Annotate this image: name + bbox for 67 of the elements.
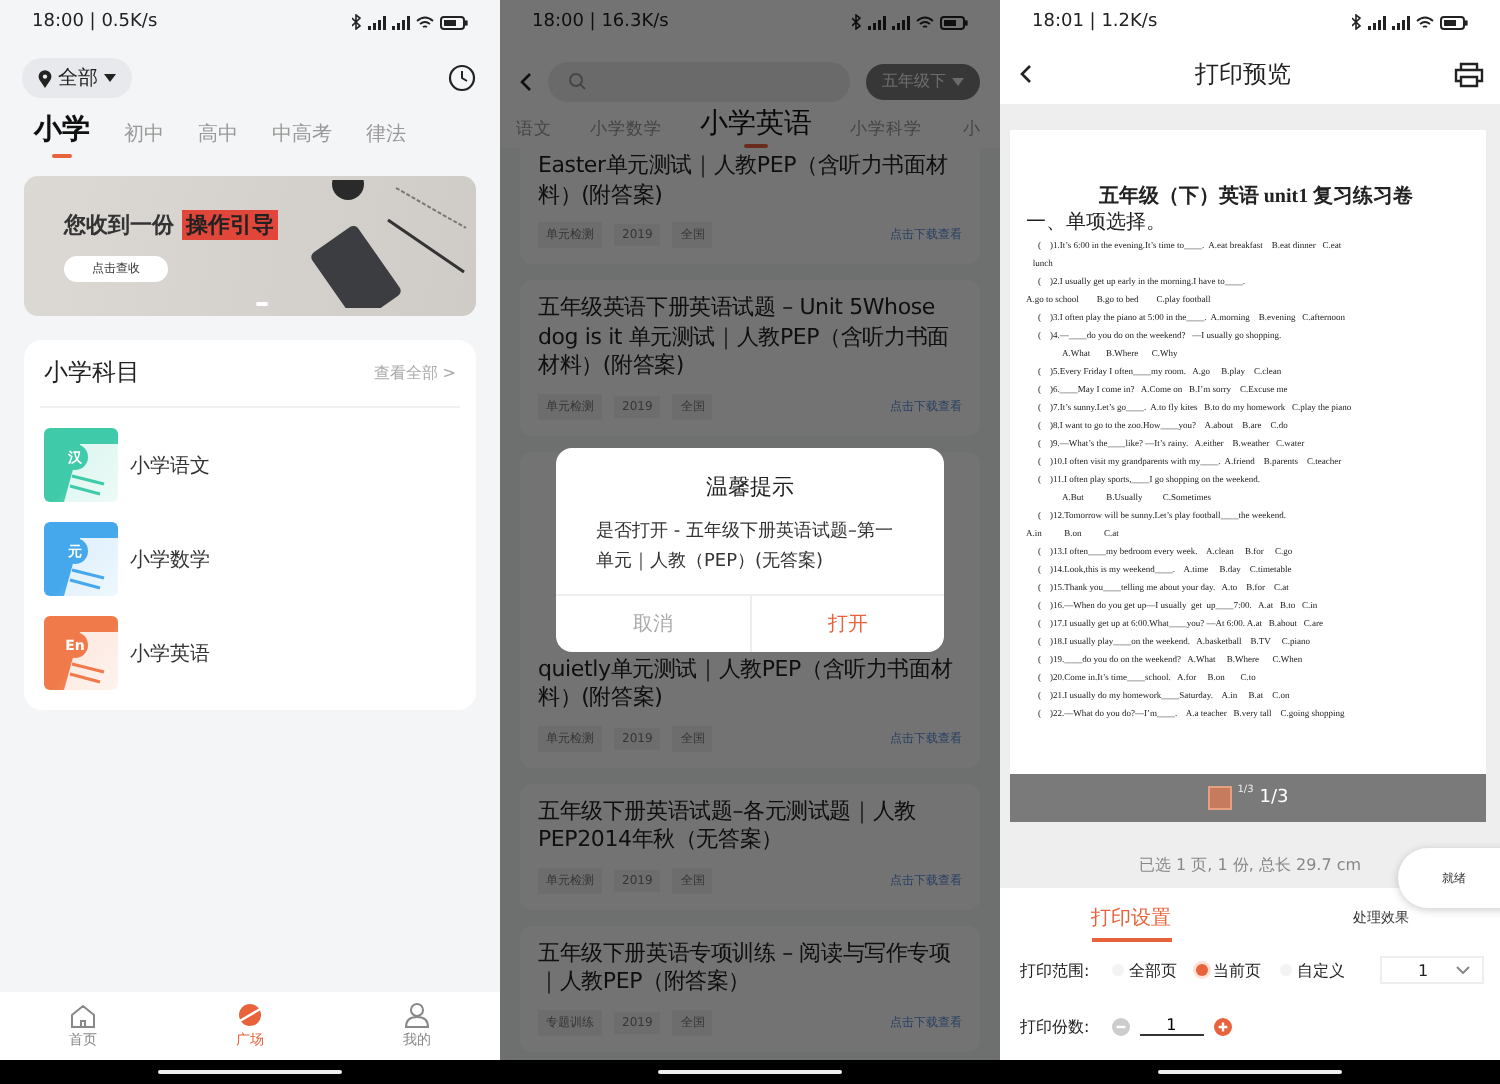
section-title: 小学科目: [44, 356, 140, 390]
signal-icon: [1392, 15, 1410, 29]
wifi-icon: [916, 15, 934, 29]
bluetooth-icon: [852, 14, 862, 30]
signal-icon: [368, 15, 386, 29]
battery-icon: [440, 15, 468, 29]
subject-name[interactable]: 小学英语: [130, 639, 210, 667]
carousel-indicator: [256, 302, 268, 306]
copies-label: 打印份数:: [1020, 1015, 1090, 1037]
signal-icon: [892, 15, 910, 29]
wifi-icon: [1416, 15, 1434, 29]
caret-icon: [104, 74, 116, 82]
signal-icon: [392, 15, 410, 29]
battery-icon: [940, 15, 968, 29]
status-time: 18:01 | 1.2K/s: [1032, 12, 1158, 32]
document-title: 五年级（下）英语 unit1 复习练习卷: [1096, 183, 1416, 210]
range-radio[interactable]: 自定义: [1279, 959, 1346, 981]
status-time: 18:00 | 0.5K/s: [32, 12, 158, 32]
subject-name[interactable]: 小学语文: [130, 451, 210, 479]
wifi-icon: [416, 15, 434, 29]
printer-icon[interactable]: [1454, 61, 1484, 87]
cancel-button[interactable]: 取消: [556, 596, 749, 652]
custom-page-dropdown[interactable]: 1: [1380, 956, 1484, 984]
subject-name[interactable]: 小学数学: [130, 545, 210, 573]
category-tab[interactable]: 初中: [124, 120, 164, 158]
dialog-message: 是否打开 - 五年级下册英语试题–第一单元｜人教（PEP）(无答案): [594, 519, 895, 576]
bluetooth-icon: [1352, 14, 1362, 30]
category-tab[interactable]: 高中: [198, 120, 238, 158]
back-icon[interactable]: [1020, 64, 1032, 84]
signal-icon: [1368, 15, 1386, 29]
planet-icon: [235, 1002, 264, 1028]
settings-tab[interactable]: 打印设置: [1091, 896, 1171, 942]
page-title: 打印预览: [1195, 57, 1291, 91]
location-selector[interactable]: 全部: [22, 58, 132, 98]
range-radio[interactable]: 当前页: [1195, 959, 1262, 981]
chevron-down-icon: [1456, 966, 1470, 974]
category-tab[interactable]: 小学: [34, 112, 90, 158]
house-icon: [70, 1003, 97, 1027]
open-button[interactable]: 打开: [749, 596, 944, 652]
subject-tab[interactable]: 小学英语: [700, 106, 812, 148]
resource-title: 五年级下册英语试题–各元测试题｜人教PEP2014年秋（无答案）: [538, 797, 918, 855]
document-line: 一、单项选择。: [1026, 212, 1168, 236]
location-pin-icon: [38, 69, 52, 87]
plus-icon[interactable]: [1213, 1017, 1232, 1035]
search-field[interactable]: [548, 61, 850, 101]
category-tab[interactable]: 中高考: [272, 120, 332, 158]
resource-title: 五年级英语下册英语试题 – Unit 5Whose dog is it 单元测试｜人教PEP（含听力书面材料）(附答案): [538, 294, 951, 381]
banner-highlight: 操作引导: [182, 210, 278, 240]
search-icon: [568, 72, 586, 90]
page-thumbnail[interactable]: [1207, 786, 1232, 810]
page-counter: 1/3: [1259, 788, 1289, 808]
battery-icon: [1440, 15, 1468, 29]
resource-title: 五年级下册英语专项训练 – 阅读与写作专项｜人教PEP（附答案）: [538, 939, 953, 997]
range-label: 打印范围:: [1020, 959, 1090, 981]
clock-icon[interactable]: [448, 64, 476, 92]
dialog-title: 温馨提示: [704, 472, 796, 502]
view-all-link[interactable]: 查看全部 >: [373, 362, 456, 384]
resource-title: quietly单元测试｜人教PEP（含听力书面材料）(附答案): [538, 655, 955, 713]
bluetooth-icon: [352, 14, 362, 30]
signal-icon: [868, 15, 886, 29]
range-radio[interactable]: 全部页: [1111, 959, 1178, 981]
copies-field[interactable]: 1: [1139, 1016, 1204, 1036]
banner-headline: 您收到一份: [64, 210, 174, 240]
status-time: 18:00 | 16.3K/s: [532, 12, 669, 32]
category-tab[interactable]: 律法: [366, 120, 406, 158]
person-icon: [403, 1002, 430, 1028]
resource-title: Easter单元测试｜人教PEP（含听力书面材料）(附答案): [538, 152, 950, 210]
